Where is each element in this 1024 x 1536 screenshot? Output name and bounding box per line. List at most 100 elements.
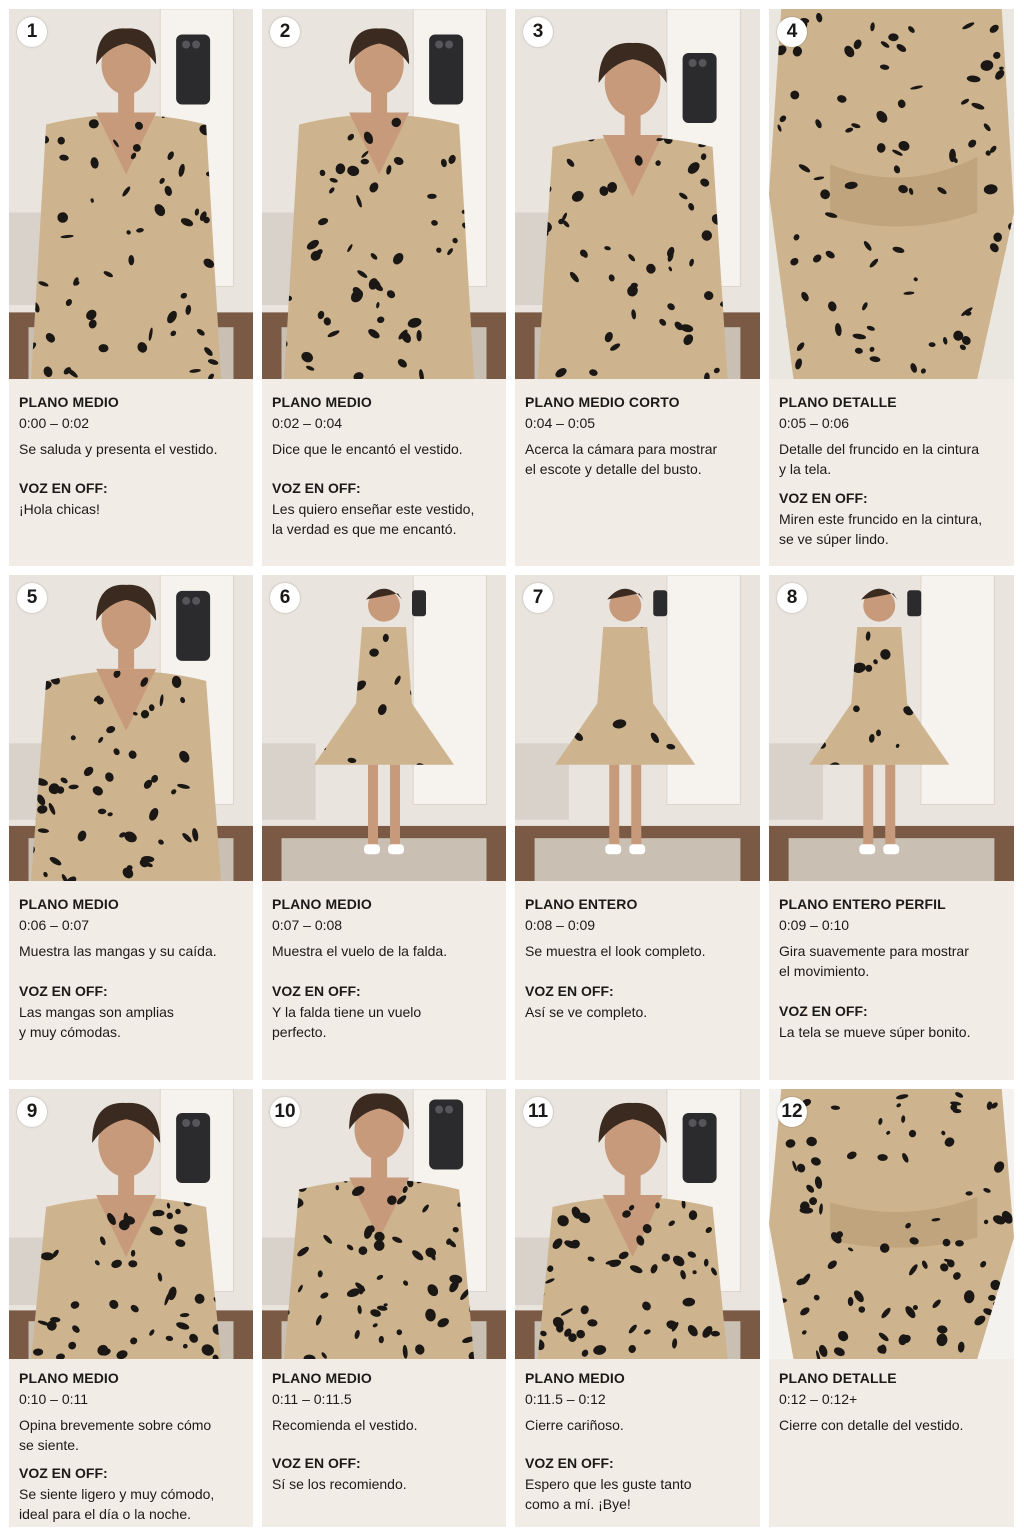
scene-description: Se muestra el look completo. (525, 943, 706, 959)
scene-number-badge: 9 (17, 1097, 47, 1127)
scene-number-badge: 12 (777, 1097, 807, 1127)
voiceover: VOZ EN OFF: Y la falda tiene un vuelo pe… (272, 982, 498, 1042)
scene-photo (9, 9, 253, 379)
scene-description: Acerca la cámara para mostrar el escote … (525, 441, 718, 477)
voiceover: VOZ EN OFF: La tela se mueve súper bonit… (779, 1002, 1006, 1042)
timecode: 0:02 – 0:04 (272, 415, 343, 431)
shot-type: PLANO MEDIO CORTO (525, 394, 680, 410)
scene-card: 4 PLANO DETALLE 0:05 – 0:06 Detalle del … (769, 9, 1014, 566)
voiceover: VOZ EN OFF: Miren este fruncido en la ci… (779, 489, 1006, 549)
voiceover-label: VOZ EN OFF: (19, 1465, 108, 1481)
voiceover-label: VOZ EN OFF: (272, 1455, 361, 1471)
scene-number-badge: 5 (17, 583, 47, 613)
scene-card: 10 PLANO MEDIO 0:11 – 0:11.5 Recomienda … (262, 1089, 506, 1527)
photo-illustration (515, 1089, 760, 1359)
scene-card: 11 PLANO MEDIO 0:11.5 – 0:12 Cierre cari… (515, 1089, 760, 1527)
timecode: 0:00 – 0:02 (19, 415, 90, 431)
scene-number-badge: 2 (270, 17, 300, 47)
shot-type: PLANO DETALLE (779, 1370, 897, 1386)
scene-card: 5 PLANO MEDIO 0:06 – 0:07 Muestra las ma… (9, 575, 253, 1080)
scene-card: 12 PLANO DETALLE 0:12 – 0:12+ Cierre con… (769, 1089, 1014, 1527)
scene-photo (769, 575, 1014, 881)
photo-illustration (262, 1089, 506, 1359)
scene-photo (9, 575, 253, 881)
shot-type: PLANO MEDIO (525, 1370, 625, 1386)
scene-text: PLANO MEDIO 0:11 – 0:11.5 Recomienda el … (272, 1369, 498, 1527)
photo-illustration (769, 575, 1014, 881)
scene-description: Muestra las mangas y su caída. (19, 943, 217, 959)
photo-illustration (9, 575, 253, 881)
scene-photo (515, 9, 760, 379)
scene-number-badge: 8 (777, 583, 807, 613)
photo-illustration (9, 1089, 253, 1359)
photo-illustration (769, 1089, 1014, 1359)
scene-number-badge: 4 (777, 17, 807, 47)
scene-card: 6 PLANO MEDIO 0:07 – 0:08 Muestra el vue… (262, 575, 506, 1080)
scene-description: Dice que le encantó el vestido. (272, 441, 463, 457)
voiceover-text: Sí se los recomiendo. (272, 1476, 407, 1492)
voiceover: VOZ EN OFF: Así se ve completo. (525, 982, 752, 1022)
voiceover-text: Les quiero enseñar este vestido, la verd… (272, 501, 475, 537)
shot-type: PLANO MEDIO (272, 394, 372, 410)
voiceover-label: VOZ EN OFF: (272, 480, 361, 496)
voiceover-text: Así se ve completo. (525, 1004, 648, 1020)
voiceover-label: VOZ EN OFF: (779, 1003, 868, 1019)
shot-type: PLANO MEDIO (272, 896, 372, 912)
scene-number-badge: 7 (523, 583, 553, 613)
voiceover: VOZ EN OFF: Sí se los recomiendo. (272, 1454, 498, 1494)
scene-card: 2 PLANO MEDIO 0:02 – 0:04 Dice que le en… (262, 9, 506, 566)
timecode: 0:05 – 0:06 (779, 415, 850, 431)
scene-photo (769, 1089, 1014, 1359)
scene-number-badge: 6 (270, 583, 300, 613)
scene-number-badge: 1 (17, 17, 47, 47)
voiceover-text: Las mangas son amplias y muy cómodas. (19, 1004, 174, 1040)
timecode: 0:04 – 0:05 (525, 415, 596, 431)
scene-text: PLANO ENTERO PERFIL 0:09 – 0:10 Gira sua… (779, 895, 1006, 1080)
scene-text: PLANO DETALLE 0:12 – 0:12+ Cierre con de… (779, 1369, 1006, 1527)
shot-type: PLANO DETALLE (779, 394, 897, 410)
voiceover: VOZ EN OFF: ¡Hola chicas! (19, 479, 245, 519)
voiceover: VOZ EN OFF: Les quiero enseñar este vest… (272, 479, 498, 539)
scene-card: 7 PLANO ENTERO 0:08 – 0:09 Se muestra el… (515, 575, 760, 1080)
scene-number-badge: 10 (270, 1097, 300, 1127)
shot-type: PLANO MEDIO (19, 1370, 119, 1386)
photo-illustration (262, 9, 506, 379)
voiceover: VOZ EN OFF: Se siente ligero y muy cómod… (19, 1464, 245, 1524)
scene-photo (515, 1089, 760, 1359)
timecode: 0:08 – 0:09 (525, 917, 596, 933)
scene-photo (515, 575, 760, 881)
scene-description: Recomienda el vestido. (272, 1417, 418, 1433)
timecode: 0:06 – 0:07 (19, 917, 90, 933)
voiceover-label: VOZ EN OFF: (272, 983, 361, 999)
shot-type: PLANO MEDIO (272, 1370, 372, 1386)
voiceover-label: VOZ EN OFF: (779, 490, 868, 506)
voiceover: VOZ EN OFF: Las mangas son amplias y muy… (19, 982, 245, 1042)
timecode: 0:11 – 0:11.5 (272, 1391, 352, 1407)
scene-number-badge: 3 (523, 17, 553, 47)
timecode: 0:10 – 0:11 (19, 1391, 89, 1407)
timecode: 0:11.5 – 0:12 (525, 1391, 606, 1407)
shot-type: PLANO MEDIO (19, 394, 119, 410)
photo-illustration (9, 9, 253, 379)
shot-type: PLANO ENTERO PERFIL (779, 896, 946, 912)
voiceover-text: Miren este fruncido en la cintura, se ve… (779, 511, 983, 547)
photo-illustration (515, 575, 760, 881)
voiceover-label: VOZ EN OFF: (19, 480, 108, 496)
scene-photo (262, 575, 506, 881)
voiceover-text: Se siente ligero y muy cómodo, ideal par… (19, 1486, 215, 1522)
scene-card: 9 PLANO MEDIO 0:10 – 0:11 Opina brevemen… (9, 1089, 253, 1527)
scene-description: Se saluda y presenta el vestido. (19, 441, 218, 457)
voiceover-label: VOZ EN OFF: (525, 983, 614, 999)
scene-description: Cierre con detalle del vestido. (779, 1417, 964, 1433)
timecode: 0:12 – 0:12+ (779, 1391, 858, 1407)
scene-number-badge: 11 (523, 1097, 553, 1127)
photo-illustration (515, 9, 760, 379)
voiceover-label: VOZ EN OFF: (19, 983, 108, 999)
scene-photo (262, 1089, 506, 1359)
voiceover-label: VOZ EN OFF: (525, 1455, 614, 1471)
scene-description: Cierre cariñoso. (525, 1417, 624, 1433)
photo-illustration (769, 9, 1014, 379)
scene-photo (9, 1089, 253, 1359)
voiceover-text: Y la falda tiene un vuelo perfecto. (272, 1004, 422, 1040)
scene-description: Muestra el vuelo de la falda. (272, 943, 448, 959)
